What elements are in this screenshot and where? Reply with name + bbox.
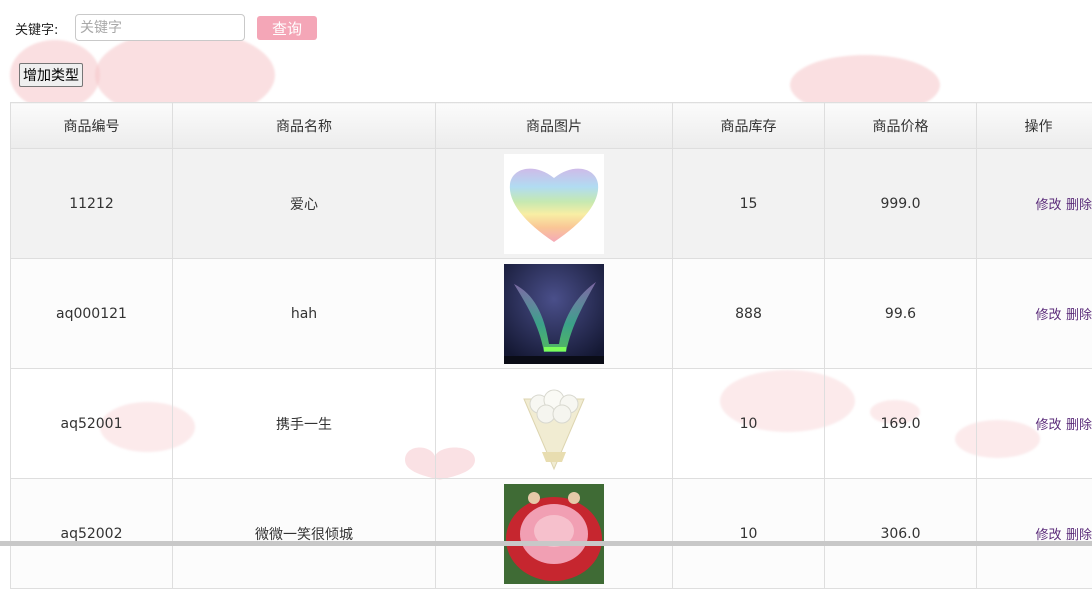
product-price: 169.0 [825,369,977,479]
table-row: aq52001 携手一生 10 169.0 [11,369,1092,479]
pink-red-rose-box [504,484,604,584]
keyword-label: 关键字: [15,19,58,38]
edit-link[interactable]: 修改 [1036,198,1062,213]
product-image-cell [436,259,673,369]
keyword-search-input[interactable] [75,14,245,41]
product-stock: 10 [673,479,825,589]
product-table: 商品编号 商品名称 商品图片 商品库存 商品价格 操作 11212 爱心 [10,102,1092,589]
product-name: hah [173,259,436,369]
product-name: 微微一笑很倾城 [173,479,436,589]
search-button[interactable]: 查询 [257,16,317,40]
table-header-row: 商品编号 商品名称 商品图片 商品库存 商品价格 操作 [11,103,1092,149]
edit-link[interactable]: 修改 [1036,308,1062,323]
edit-link[interactable]: 修改 [1036,418,1062,433]
product-image-cell [436,149,673,259]
row-actions: 修改 删除 [977,259,1092,369]
delete-link[interactable]: 删除 [1066,198,1092,213]
column-header-id: 商品编号 [11,103,173,149]
product-price: 306.0 [825,479,977,589]
row-actions: 修改 删除 [977,149,1092,259]
table-row: aq000121 hah [11,259,1092,369]
product-stock: 10 [673,369,825,479]
table-row: 11212 爱心 [11,149,1092,259]
product-id: aq52001 [11,369,173,479]
product-price: 99.6 [825,259,977,369]
product-image-cell [436,479,673,589]
horizontal-scrollbar[interactable] [0,541,1092,546]
product-image-cell [436,369,673,479]
row-actions: 修改 删除 [977,369,1092,479]
white-rose-bouquet [504,374,604,474]
product-table-container: 商品编号 商品名称 商品图片 商品库存 商品价格 操作 11212 爱心 [10,102,1092,589]
row-actions: 修改 删除 [977,479,1092,589]
product-id: aq000121 [11,259,173,369]
product-id: 11212 [11,149,173,259]
product-stock: 888 [673,259,825,369]
aurora-photo [504,264,604,364]
delete-link[interactable]: 删除 [1066,418,1092,433]
table-row: aq52002 微微一笑很倾城 10 306.0 修改 删 [11,479,1092,589]
product-name: 携手一生 [173,369,436,479]
column-header-image: 商品图片 [436,103,673,149]
rainbow-heart-icon [504,154,604,254]
column-header-stock: 商品库存 [673,103,825,149]
search-bar: 关键字: 查询 [0,0,1092,60]
column-header-actions: 操作 [977,103,1092,149]
column-header-name: 商品名称 [173,103,436,149]
add-type-button[interactable]: 增加类型 [19,63,83,87]
product-name: 爱心 [173,149,436,259]
delete-link[interactable]: 删除 [1066,308,1092,323]
column-header-price: 商品价格 [825,103,977,149]
product-id: aq52002 [11,479,173,589]
product-stock: 15 [673,149,825,259]
product-price: 999.0 [825,149,977,259]
